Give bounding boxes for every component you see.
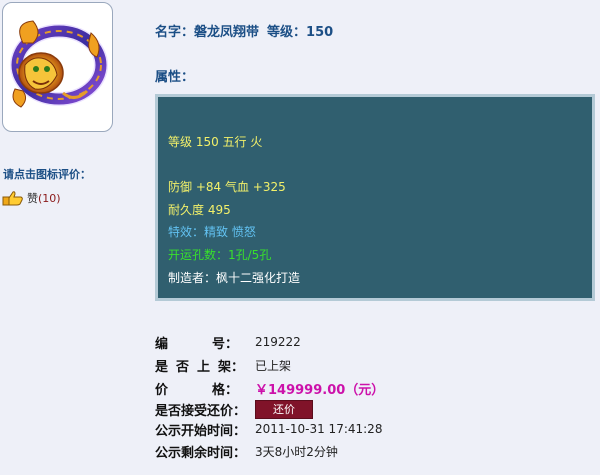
attr-effects: 特效：精致 愤怒 (168, 225, 256, 239)
price-label: 价格： (155, 382, 239, 398)
listed-status: 已上架 (255, 358, 292, 373)
name-label: 名字： (155, 25, 195, 40)
counter-offer-button[interactable]: 还价 (255, 399, 313, 419)
attr-durability: 耐久度 495 (168, 203, 231, 217)
dragon-belt-icon (10, 20, 108, 108)
level-label: 等级： (267, 25, 307, 40)
serial-row: 编号： 219222 (155, 332, 301, 352)
counter-offer-row: 是否接受还价： 还价 (155, 399, 313, 419)
attr-defense-hp: 防御 +84 气血 +325 (168, 180, 286, 194)
attributes-panel: 等级 150 五行 火 防御 +84 气血 +325 耐久度 495 特效：精致… (155, 94, 595, 301)
serial-number: 219222 (255, 335, 301, 349)
attr-slots: 开运孔数：1孔/5孔 (168, 248, 272, 262)
serial-label: 编号： (155, 336, 239, 352)
attributes-title: 属性： (155, 70, 195, 85)
price-row: 价格： ￥149999.00（元） (155, 378, 384, 398)
start-time-row: 公示开始时间： 2011-10-31 17:41:28 (155, 419, 382, 439)
rating-prompt: 请点击图标评价： (3, 168, 91, 181)
like-label: 赞 (27, 192, 38, 205)
remaining-time-row: 公示剩余时间： 3天8小时2分钟 (155, 441, 338, 461)
start-time-label: 公示开始时间： (155, 423, 247, 439)
remaining-time-value: 3天8小时2分钟 (255, 444, 338, 459)
attr-level-element: 等级 150 五行 火 (168, 135, 263, 149)
price-value: ￥149999.00（元） (255, 382, 385, 398)
remaining-time-label: 公示剩余时间： (155, 445, 247, 461)
item-image (2, 2, 113, 132)
attr-maker: 制造者：枫十二强化打造 (168, 271, 301, 285)
like-button[interactable]: 赞 (10) (2, 189, 61, 207)
item-level: 150 (306, 25, 334, 40)
item-name-line: 名字：磐龙凤翔带 等级：150 (155, 21, 333, 40)
like-count: (10) (38, 191, 61, 205)
listed-row: 是否上架： 已上架 (155, 355, 291, 375)
listed-label: 是否上架： (155, 359, 245, 375)
item-name: 磐龙凤翔带 (194, 25, 260, 40)
thumbs-up-icon[interactable] (2, 190, 24, 206)
counter-offer-label: 是否接受还价： (155, 403, 247, 419)
start-time-value: 2011-10-31 17:41:28 (255, 422, 383, 436)
